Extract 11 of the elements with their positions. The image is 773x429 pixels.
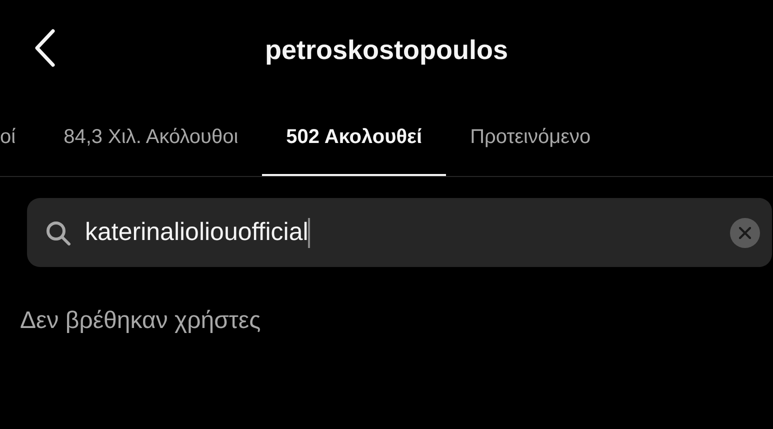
search-icon <box>45 220 71 246</box>
tab[interactable]: οί <box>0 100 40 176</box>
empty-results-message: Δεν βρέθηκαν χρήστες <box>20 307 262 335</box>
tab[interactable]: 502 Ακολουθεί <box>262 100 446 176</box>
profile-username: petroskostopoulos <box>264 34 508 66</box>
chevron-left-icon <box>34 29 56 67</box>
tab[interactable]: Προτεινόμενο <box>446 100 615 176</box>
search-field[interactable]: katerinalioliouofficial <box>27 198 772 267</box>
close-icon <box>739 226 751 238</box>
tab[interactable]: 84,3 Χιλ. Ακόλουθοι <box>40 100 262 176</box>
clear-button[interactable] <box>730 218 760 248</box>
